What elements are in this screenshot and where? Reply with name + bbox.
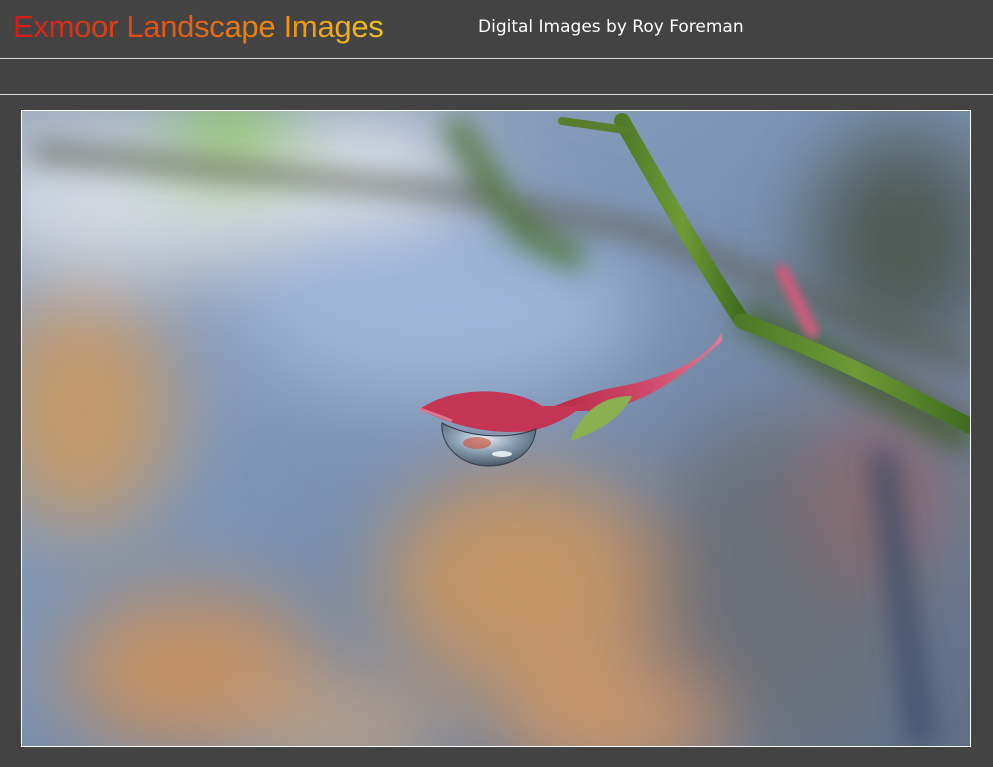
nav-bar [0, 59, 993, 94]
header-divider-bottom [0, 94, 993, 95]
site-tagline: Digital Images by Roy Foreman [478, 17, 744, 37]
page: Exmoor Landscape Images Digital Images b… [0, 0, 993, 767]
site-title[interactable]: Exmoor Landscape Images [13, 8, 384, 46]
droplet-photo[interactable] [22, 111, 970, 746]
photo-frame [21, 110, 971, 747]
site-header: Exmoor Landscape Images Digital Images b… [0, 0, 993, 58]
